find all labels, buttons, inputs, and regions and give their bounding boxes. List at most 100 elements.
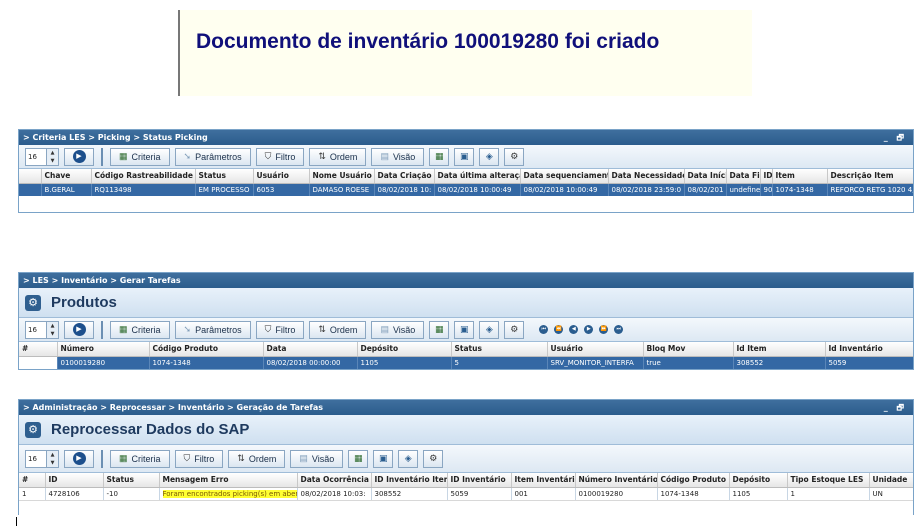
- code-button[interactable]: ◈: [479, 147, 500, 166]
- ordem-label: Ordem: [329, 324, 358, 335]
- table-row[interactable]: 1 4728106 -10 Foram encontrados picking(s) …: [19, 487, 913, 501]
- column-header[interactable]: Código Produto: [657, 473, 730, 488]
- column-header[interactable]: Código Produto: [149, 342, 264, 357]
- column-header[interactable]: Data Fi: [726, 169, 761, 184]
- page-size-stepper[interactable]: 16 ▲ ▼: [25, 320, 59, 339]
- window-controls[interactable]: _ 🗗: [884, 130, 907, 145]
- criteria-button[interactable]: ▦ Criteria: [110, 449, 170, 468]
- code-button[interactable]: ◈: [479, 320, 500, 339]
- column-header[interactable]: Id Inventário: [825, 342, 913, 357]
- page-size-stepper[interactable]: 16 ▲ ▼: [25, 147, 59, 166]
- table-cell: 08/02/2018 00:00:00: [263, 356, 358, 369]
- reprocessar-panel: > Administração > Reprocessar > Inventár…: [18, 399, 914, 515]
- table-cell: 08/02/201: [684, 183, 727, 196]
- ordem-button[interactable]: ⇅ Ordem: [309, 147, 367, 166]
- column-header[interactable]: Data: [263, 342, 358, 357]
- spinner-arrows-icon[interactable]: ▲ ▼: [46, 450, 58, 467]
- column-header[interactable]: #: [19, 473, 46, 488]
- save-button[interactable]: ▣: [454, 147, 475, 166]
- first-page-icon[interactable]: ⏮: [539, 325, 549, 334]
- settings-button[interactable]: ⚙: [504, 320, 525, 339]
- table-row[interactable]: 0100019280 1074-1348 08/02/2018 00:00:00 11…: [19, 356, 913, 369]
- table-cell: 08/02/2018 10:00:49: [520, 183, 609, 196]
- column-header[interactable]: Tipo Estoque LES: [787, 473, 870, 488]
- column-header[interactable]: Descrição Item: [827, 169, 913, 184]
- column-header[interactable]: Bloq Mov: [643, 342, 734, 357]
- toolbar-separator: [101, 320, 103, 339]
- inventario-breadcrumb: > LES > Inventário > Gerar Tarefas: [19, 273, 913, 288]
- column-header[interactable]: ID Inventário: [447, 473, 512, 488]
- criteria-button[interactable]: ▦ Criteria: [110, 320, 170, 339]
- inventario-header: ⚙ Produtos: [19, 288, 913, 318]
- save-button[interactable]: ▣: [373, 449, 394, 468]
- column-header[interactable]: Id Item: [733, 342, 826, 357]
- column-header[interactable]: Item Inventário: [511, 473, 576, 488]
- column-header[interactable]: Status: [103, 473, 160, 488]
- column-header[interactable]: Número Inventário: [575, 473, 658, 488]
- run-button[interactable]: ▶: [64, 320, 94, 339]
- criteria-icon: ▦: [119, 324, 128, 334]
- settings-button[interactable]: ⚙: [504, 147, 525, 166]
- visao-button[interactable]: ▤ Visão: [371, 147, 425, 166]
- window-controls[interactable]: _ 🗗: [884, 400, 907, 415]
- filtro-button[interactable]: ⛉ Filtro: [255, 147, 305, 166]
- visao-button[interactable]: ▤ Visão: [371, 320, 425, 339]
- column-header[interactable]: Data Início: [684, 169, 727, 184]
- column-header[interactable]: Data última alteração: [434, 169, 521, 184]
- sort-icon: ⇅: [318, 324, 326, 334]
- export-excel-button[interactable]: ▦: [429, 320, 450, 339]
- last-page-icon[interactable]: ⏭: [614, 325, 624, 334]
- view-icon: ▤: [299, 453, 308, 463]
- reprocessar-toolbar: 16 ▲ ▼ ▶ ▦ Criteria ⛉ Filtro ⇅ Ordem ▤ Visão …: [19, 445, 913, 473]
- column-header[interactable]: ID Inventário Item: [371, 473, 448, 488]
- text-cursor: [16, 517, 17, 526]
- column-header[interactable]: Data sequenciamento: [520, 169, 609, 184]
- column-header[interactable]: Usuário: [547, 342, 644, 357]
- ordem-button[interactable]: ⇅ Ordem: [228, 449, 286, 468]
- settings-button[interactable]: ⚙: [423, 449, 444, 468]
- visao-button[interactable]: ▤ Visão: [290, 449, 344, 468]
- column-header[interactable]: Número: [57, 342, 150, 357]
- save-button[interactable]: ▣: [454, 320, 475, 339]
- spinner-arrows-icon[interactable]: ▲ ▼: [46, 321, 58, 338]
- column-header[interactable]: Status: [451, 342, 548, 357]
- column-header[interactable]: Status: [195, 169, 254, 184]
- criteria-button[interactable]: ▦ Criteria: [110, 147, 170, 166]
- parametros-button[interactable]: ➘ Parâmetros: [174, 320, 251, 339]
- column-header[interactable]: Item: [772, 169, 828, 184]
- table-row[interactable]: B.GERAL RQ113498 EM PROCESSO 6053 DAMASO ROE…: [19, 183, 913, 196]
- column-header[interactable]: #: [19, 342, 58, 357]
- column-header[interactable]: Data Necessidade: [608, 169, 685, 184]
- column-header[interactable]: Usuário: [253, 169, 310, 184]
- column-header[interactable]: Mensagem Erro: [159, 473, 298, 488]
- parametros-button[interactable]: ➘ Parâmetros: [174, 147, 251, 166]
- column-header[interactable]: ID: [45, 473, 104, 488]
- filtro-button[interactable]: ⛉ Filtro: [174, 449, 224, 468]
- prev-fast-icon[interactable]: ⏪: [554, 325, 564, 334]
- next-fast-icon[interactable]: ⏩: [599, 325, 609, 334]
- column-header[interactable]: Depósito: [729, 473, 788, 488]
- column-header[interactable]: Unidade: [869, 473, 913, 488]
- column-header[interactable]: Código Rastreabilidade: [91, 169, 196, 184]
- spinner-arrows-icon[interactable]: ▲ ▼: [46, 148, 58, 165]
- code-button[interactable]: ◈: [398, 449, 419, 468]
- prev-page-icon[interactable]: ◀: [569, 325, 579, 334]
- column-header[interactable]: Chave: [41, 169, 92, 184]
- inventario-panel: > LES > Inventário > Gerar Tarefas ⚙ Pro…: [18, 272, 914, 370]
- table-cell: 1074-1348: [149, 356, 264, 369]
- filtro-button[interactable]: ⛉ Filtro: [255, 320, 305, 339]
- column-header[interactable]: ID: [760, 169, 773, 184]
- page-title: Reprocessar Dados do SAP: [51, 421, 250, 438]
- run-button[interactable]: ▶: [64, 147, 94, 166]
- column-header[interactable]: Depósito: [357, 342, 452, 357]
- export-excel-button[interactable]: ▦: [348, 449, 369, 468]
- column-header[interactable]: Nome Usuário: [309, 169, 375, 184]
- next-page-icon[interactable]: ▶: [584, 325, 594, 334]
- column-header[interactable]: Data Criação: [374, 169, 435, 184]
- page-size-stepper[interactable]: 16 ▲ ▼: [25, 449, 59, 468]
- ordem-button[interactable]: ⇅ Ordem: [309, 320, 367, 339]
- column-header[interactable]: Data Ocorrência: [297, 473, 372, 488]
- run-button[interactable]: ▶: [64, 449, 94, 468]
- column-header[interactable]: [19, 169, 42, 184]
- export-excel-button[interactable]: ▦: [429, 147, 450, 166]
